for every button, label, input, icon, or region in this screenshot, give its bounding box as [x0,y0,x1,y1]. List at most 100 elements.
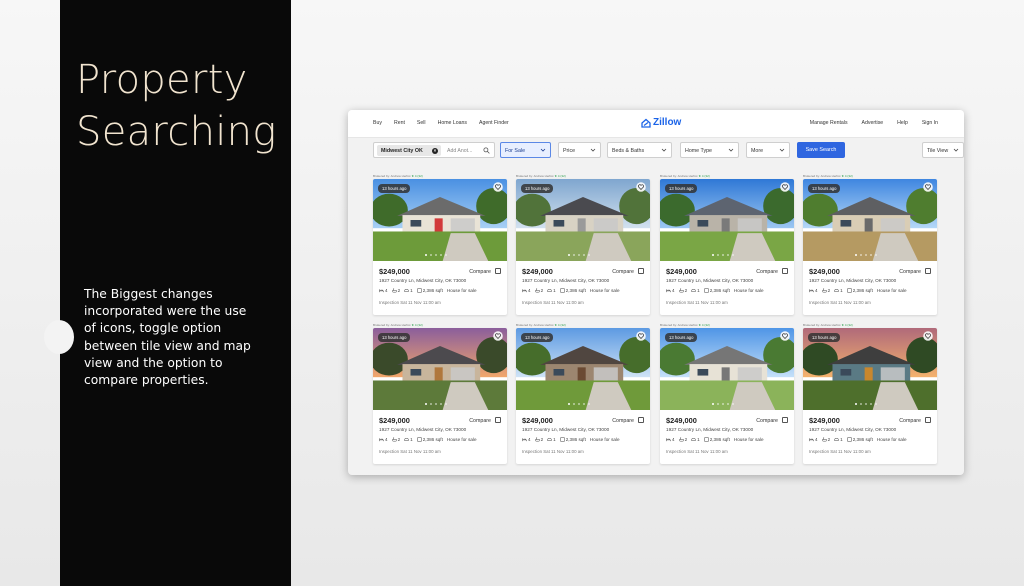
carousel-dot[interactable] [874,254,877,257]
carousel-dot[interactable] [864,254,868,257]
photo-carousel-dots[interactable] [568,254,590,257]
remove-chip-icon[interactable]: × [432,147,438,154]
garage-fact: 1 [691,437,700,442]
listing-card[interactable]: Brokered by: Andrew Herbst ★ 4 (32) 13 h… [373,323,507,464]
carousel-dot[interactable] [439,254,443,257]
carousel-dot[interactable] [874,403,877,406]
carousel-dot[interactable] [439,403,443,406]
listing-card[interactable]: Brokered by: Andrew Herbst ★ 4 (32) 13 h… [660,174,794,315]
nav-advertise-link[interactable]: Advertise [862,120,884,126]
heart-icon[interactable] [636,182,646,192]
listing-card[interactable]: Brokered by: Andrew Herbst ★ 4 (32) 13 h… [660,323,794,464]
compare-checkbox[interactable] [638,268,644,274]
search-icon[interactable] [483,147,490,154]
heart-icon[interactable] [923,331,933,341]
carousel-dot[interactable] [855,403,858,406]
compare-checkbox[interactable] [638,417,644,423]
nav-home-loans-link[interactable]: Home Loans [438,120,467,126]
carousel-dot[interactable] [434,254,438,257]
heart-icon[interactable] [636,331,646,341]
photo-carousel-dots[interactable] [425,254,447,257]
photo-carousel-dots[interactable] [712,254,734,257]
price-dropdown[interactable]: Price [558,142,601,158]
nav-help-link[interactable]: Help [897,120,908,126]
carousel-dot[interactable] [726,254,730,257]
carousel-dot[interactable] [712,254,715,257]
carousel-dot[interactable] [429,254,433,257]
carousel-dot[interactable] [587,403,590,406]
garage-count: 1 [840,437,843,442]
heart-icon[interactable] [780,331,790,341]
carousel-dot[interactable] [721,403,725,406]
photo-carousel-dots[interactable] [855,254,877,257]
carousel-dot[interactable] [568,254,571,257]
carousel-dot[interactable] [444,403,447,406]
carousel-dot[interactable] [716,254,720,257]
carousel-dot[interactable] [721,254,725,257]
nav-sell-link[interactable]: Sell [417,120,426,126]
listing-card[interactable]: Brokered by: Andrew Herbst ★ 4 (32) 13 h… [516,323,650,464]
nav-manage-rentals-link[interactable]: Manage Rentals [810,120,848,126]
photo-carousel-dots[interactable] [425,403,447,406]
carousel-dot[interactable] [568,403,571,406]
listing-card[interactable]: Brokered by: Andrew Herbst ★ 4 (32) 13 h… [803,174,937,315]
carousel-dot[interactable] [712,403,715,406]
carousel-dot[interactable] [859,254,863,257]
zillow-logo[interactable]: Zillow [641,117,681,128]
nav-buy-link[interactable]: Buy [373,120,382,126]
carousel-dot[interactable] [587,254,590,257]
view-toggle-dropdown[interactable]: Tile View [922,142,964,158]
carousel-dot[interactable] [716,403,720,406]
save-search-button[interactable]: Save Search [797,142,845,158]
heart-icon[interactable] [493,182,503,192]
carousel-dot[interactable] [731,254,734,257]
carousel-dot[interactable] [425,403,428,406]
location-chip[interactable]: Midwest City OK × [377,145,441,156]
nav-sign-in-link[interactable]: Sign In [922,120,938,126]
carousel-dot[interactable] [429,403,433,406]
heart-icon[interactable] [780,182,790,192]
carousel-dot[interactable] [444,254,447,257]
listing-status: House for sale [733,437,764,442]
carousel-dot[interactable] [864,403,868,406]
beds-baths-dropdown[interactable]: Beds & Baths [607,142,672,158]
carousel-dot[interactable] [869,254,873,257]
more-dropdown[interactable]: More [746,142,790,158]
carousel-dot[interactable] [855,254,858,257]
compare-checkbox[interactable] [495,417,501,423]
carousel-dot[interactable] [731,403,734,406]
carousel-dot[interactable] [726,403,730,406]
carousel-dot[interactable] [582,403,586,406]
baths-count: 2 [684,437,688,442]
listing-card[interactable]: Brokered by: Andrew Herbst ★ 4 (32) 13 h… [803,323,937,464]
carousel-dot[interactable] [572,254,576,257]
nav-rent-link[interactable]: Rent [394,120,405,126]
broker-info: Brokered by: Andrew Herbst ★ 4 (32) [660,174,710,178]
carousel-dot[interactable] [572,403,576,406]
bath-icon [821,288,827,293]
home-type-dropdown[interactable]: Home Type [680,142,739,158]
carousel-dot[interactable] [434,403,438,406]
heart-icon[interactable] [923,182,933,192]
location-search-input[interactable]: Midwest City OK × Add Anot... [373,142,495,158]
carousel-dot[interactable] [582,254,586,257]
nav-agent-finder-link[interactable]: Agent Finder [479,120,509,126]
carousel-dot[interactable] [869,403,873,406]
heart-icon[interactable] [493,331,503,341]
for-sale-dropdown[interactable]: For Sale [500,142,551,158]
compare-label: Compare [469,268,491,275]
compare-checkbox[interactable] [782,268,788,274]
compare-checkbox[interactable] [925,268,931,274]
compare-checkbox[interactable] [782,417,788,423]
photo-carousel-dots[interactable] [712,403,734,406]
listing-card[interactable]: Brokered by: Andrew Herbst ★ 4 (32) 13 h… [516,174,650,315]
photo-carousel-dots[interactable] [855,403,877,406]
carousel-dot[interactable] [577,254,581,257]
carousel-dot[interactable] [577,403,581,406]
carousel-dot[interactable] [859,403,863,406]
photo-carousel-dots[interactable] [568,403,590,406]
listing-card[interactable]: Brokered by: Andrew Herbst ★ 4 (32) 13 h… [373,174,507,315]
carousel-dot[interactable] [425,254,428,257]
compare-checkbox[interactable] [495,268,501,274]
compare-checkbox[interactable] [925,417,931,423]
